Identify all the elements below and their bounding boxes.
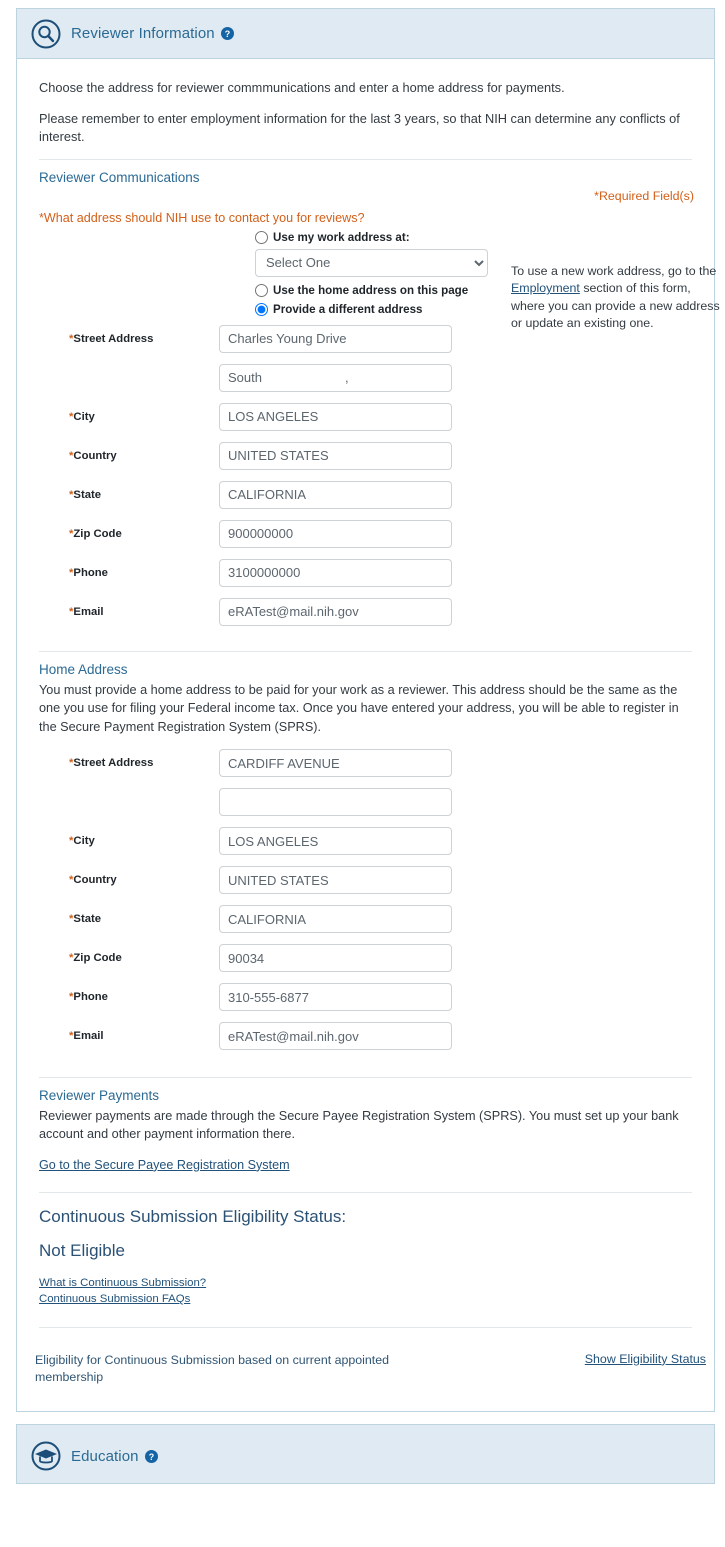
divider bbox=[39, 158, 692, 160]
continuous-submission-title: Continuous Submission Eligibility Status… bbox=[39, 1206, 347, 1226]
magnifier-circle-icon bbox=[31, 19, 61, 49]
field-label-home-zip: *Zip Code bbox=[69, 952, 122, 965]
what-is-continuous-submission-link[interactable]: What is Continuous Submission? bbox=[39, 1277, 698, 1289]
section-heading-home-address: Home Address bbox=[39, 661, 128, 677]
field-row-home-city: *City bbox=[33, 826, 698, 856]
work-address-select[interactable]: Select One bbox=[255, 248, 488, 277]
field-row-comm-email: *Email bbox=[33, 597, 698, 627]
home-state-input[interactable] bbox=[219, 905, 452, 934]
education-title: Education bbox=[71, 1447, 139, 1465]
field-row-home-zip: *Zip Code bbox=[33, 943, 698, 973]
home-address-fields: *Street Address *City *Country *State bbox=[33, 748, 698, 1051]
field-row-home-state: *State bbox=[33, 904, 698, 934]
continuous-submission-status: Not Eligible bbox=[39, 1240, 125, 1260]
svg-text:?: ? bbox=[148, 1452, 153, 1462]
field-label-comm-city: *City bbox=[69, 410, 95, 423]
divider-home-address bbox=[39, 650, 692, 652]
home-street-address-2-input[interactable] bbox=[219, 788, 452, 817]
field-row-comm-country: *Country bbox=[33, 441, 698, 471]
field-label-home-city: *City bbox=[69, 835, 95, 848]
education-panel[interactable]: Education ? bbox=[16, 1424, 715, 1485]
home-zip-code-input[interactable] bbox=[219, 944, 452, 973]
home-address-description: You must provide a home address to be pa… bbox=[39, 682, 679, 734]
field-label-comm-zip: *Zip Code bbox=[69, 527, 122, 540]
section-heading-payments: Reviewer Payments bbox=[39, 1088, 160, 1104]
help-note-before: To use a new work address, go to the bbox=[511, 263, 717, 278]
reviewer-information-panel: Reviewer Information ? Choose the addres… bbox=[16, 8, 720, 1413]
field-label-home-country: *Country bbox=[69, 874, 117, 887]
comm-country-input[interactable] bbox=[219, 441, 452, 470]
comm-email-input[interactable] bbox=[219, 597, 452, 626]
comm-state-input[interactable] bbox=[219, 480, 452, 509]
continuous-submission-faqs-link[interactable]: Continuous Submission FAQs bbox=[39, 1293, 698, 1305]
help-question-icon[interactable]: ? bbox=[144, 1449, 158, 1463]
show-eligibility-status-link[interactable]: Show Eligibility Status bbox=[585, 1352, 706, 1366]
divider-continuous-submission bbox=[39, 1191, 692, 1193]
home-country-input[interactable] bbox=[219, 866, 452, 895]
field-row-home-email: *Email bbox=[33, 1021, 698, 1051]
employment-link[interactable]: Employment bbox=[511, 281, 580, 295]
field-label-home-phone: *Phone bbox=[69, 991, 108, 1004]
field-row-comm-zip: *Zip Code bbox=[33, 519, 698, 549]
home-city-input[interactable] bbox=[219, 827, 452, 856]
comm-zip-code-input[interactable] bbox=[219, 519, 452, 548]
radio-label-use-home-address[interactable]: Use the home address on this page bbox=[273, 284, 468, 297]
radio-use-work-address[interactable] bbox=[255, 230, 268, 244]
radio-row-work-address[interactable]: Use my work address at: bbox=[255, 229, 698, 246]
field-label-home-state: *State bbox=[69, 913, 102, 926]
field-row-comm-phone: *Phone bbox=[33, 558, 698, 588]
field-label-comm-email: *Email bbox=[69, 605, 104, 618]
field-row-comm-city: *City bbox=[33, 402, 698, 432]
help-question-icon[interactable]: ? bbox=[220, 27, 234, 40]
divider-eligibility bbox=[39, 1326, 692, 1328]
required-fields-note: *Required Field(s) bbox=[594, 188, 694, 203]
field-row-home-street1: *Street Address bbox=[33, 748, 698, 778]
field-label-comm-state: *State bbox=[69, 488, 102, 501]
divider-payments bbox=[39, 1077, 692, 1079]
field-label-home-email: *Email bbox=[69, 1030, 104, 1043]
panel-body: Choose the address for reviewer commmuni… bbox=[17, 59, 720, 1342]
sprs-link[interactable]: Go to the Secure Payee Registration Syst… bbox=[39, 1158, 290, 1172]
comm-phone-input[interactable] bbox=[219, 558, 452, 587]
education-panel-header: Education ? bbox=[17, 1425, 714, 1471]
svg-text:?: ? bbox=[225, 29, 230, 39]
intro-line-1: Choose the address for reviewer commmuni… bbox=[39, 80, 565, 95]
radio-provide-different-address[interactable] bbox=[255, 302, 268, 316]
field-label-comm-phone: *Phone bbox=[69, 566, 108, 579]
field-label-comm-country: *Country bbox=[69, 449, 117, 462]
field-row-home-street2 bbox=[33, 787, 698, 817]
radio-label-use-work-address[interactable]: Use my work address at: bbox=[273, 231, 410, 244]
eligibility-row: Eligibility for Continuous Submission ba… bbox=[17, 1342, 714, 1411]
field-label-comm-street1: *Street Address bbox=[69, 332, 154, 345]
home-street-address-1-input[interactable] bbox=[219, 749, 452, 778]
communications-fields: Use my work address at: Select One Use t… bbox=[33, 229, 720, 627]
radio-label-provide-different-address[interactable]: Provide a different address bbox=[273, 303, 422, 316]
section-heading-communications: Reviewer Communications bbox=[39, 169, 200, 185]
comm-street-address-2-input[interactable] bbox=[219, 363, 452, 392]
intro-line-2: Please remember to enter employment info… bbox=[39, 111, 680, 144]
field-label-home-street1: *Street Address bbox=[69, 757, 154, 770]
field-row-comm-street2 bbox=[33, 363, 698, 393]
field-row-home-phone: *Phone bbox=[33, 982, 698, 1012]
home-email-input[interactable] bbox=[219, 1022, 452, 1051]
radio-use-home-address[interactable] bbox=[255, 283, 268, 297]
work-address-help-note: To use a new work address, go to the Emp… bbox=[511, 263, 725, 332]
graduation-cap-circle-icon bbox=[31, 1441, 61, 1471]
comm-street-address-1-input[interactable] bbox=[219, 324, 452, 353]
payments-description: Reviewer payments are made through the S… bbox=[39, 1109, 679, 1142]
home-phone-input[interactable] bbox=[219, 983, 452, 1012]
continuous-submission-links: What is Continuous Submission? Continuou… bbox=[39, 1277, 698, 1305]
eligibility-description: Eligibility for Continuous Submission ba… bbox=[35, 1352, 390, 1384]
contact-address-question: *What address should NIH use to contact … bbox=[39, 210, 365, 225]
comm-city-input[interactable] bbox=[219, 402, 452, 431]
panel-header: Reviewer Information ? bbox=[17, 9, 714, 59]
reviewer-information-page: Reviewer Information ? Choose the addres… bbox=[0, 8, 725, 1547]
field-row-comm-state: *State bbox=[33, 480, 698, 510]
page-title: Reviewer Information bbox=[71, 25, 215, 42]
field-row-home-country: *Country bbox=[33, 865, 698, 895]
